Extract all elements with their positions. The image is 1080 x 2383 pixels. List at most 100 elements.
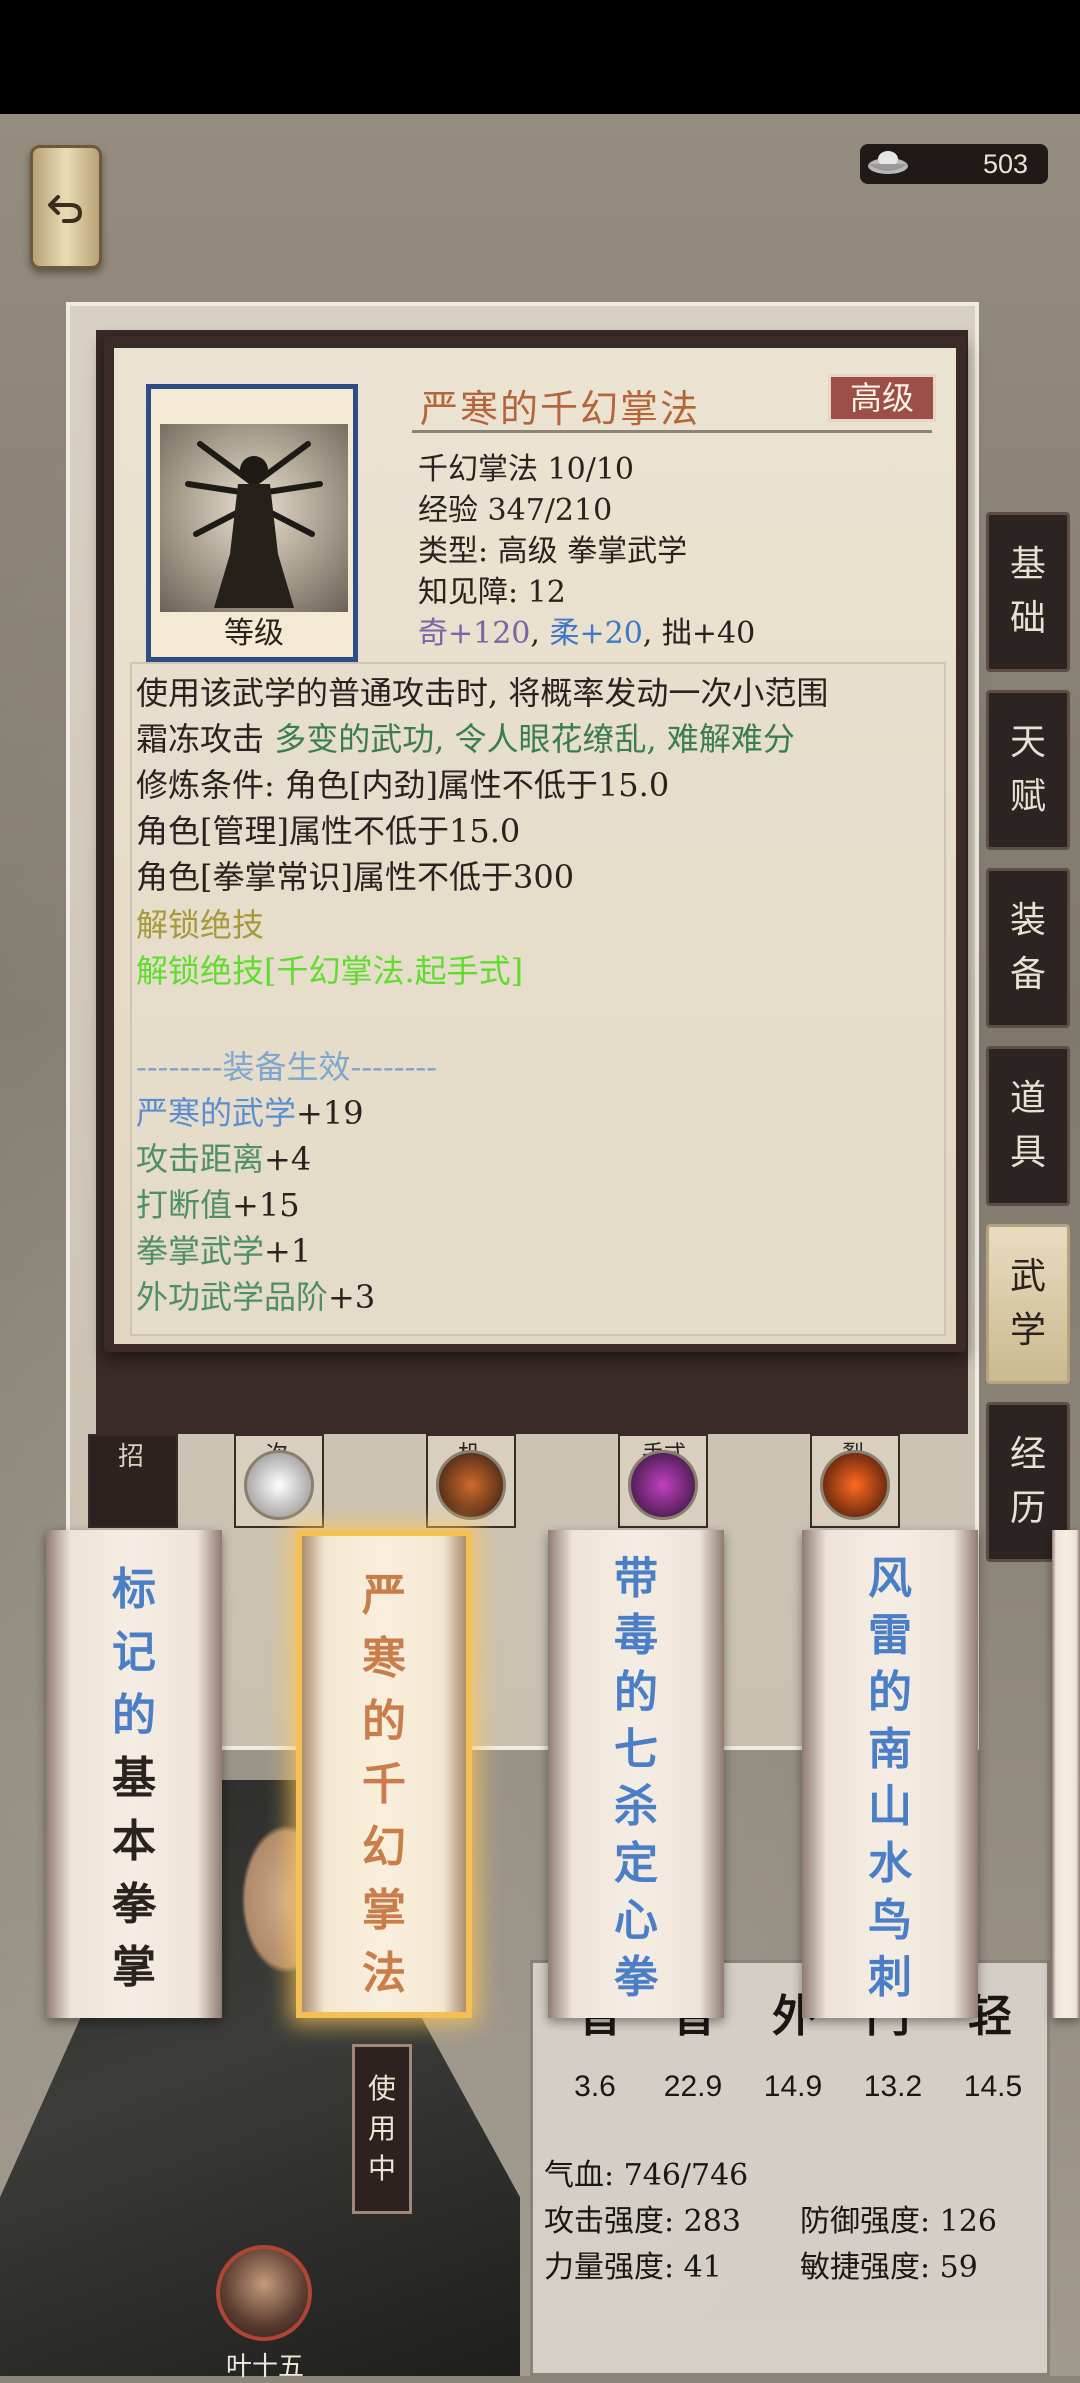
scroll-char: 杀: [614, 1781, 658, 1832]
scroll-char: 山: [868, 1781, 912, 1832]
stat-value: 14.5: [963, 2070, 1023, 2103]
skill-scroll-wind-thunder-stab[interactable]: 风 雷 的 南 山 水 鸟 刺: [802, 1530, 978, 2018]
effect-line: 严寒的武学+19: [136, 1088, 364, 1134]
skill-scroll-basic-fist[interactable]: 标 记 的 基 本 拳 掌: [46, 1530, 222, 2018]
tab-basic[interactable]: 基 础: [986, 512, 1070, 672]
stat-value: 14.9: [763, 2070, 823, 2103]
tab-martial-arts[interactable]: 武 学: [986, 1224, 1070, 1384]
attr-qi: 奇+120: [418, 616, 531, 651]
skill-description-panel[interactable]: 使用该武学的普通攻击时, 将概率发动一次小范围 霜冻攻击 多变的武功, 令人眼花…: [130, 662, 946, 1336]
multi-armed-figure-icon: [185, 441, 323, 608]
skill-scroll-poison-fist[interactable]: 带 毒 的 七 杀 定 心 拳: [548, 1530, 724, 2018]
scroll-char: 带: [614, 1553, 658, 1604]
effect-name: 打断值: [136, 1186, 233, 1224]
tab-label: 装: [1009, 900, 1046, 941]
skill-title: 严寒的千幻掌法: [420, 387, 701, 431]
strength-stat: 力量强度: 41: [544, 2250, 722, 2285]
effect-line: 打断值+15: [136, 1180, 300, 1226]
defense-stat: 防御强度: 126: [800, 2204, 997, 2239]
requirement-line: 修炼条件: 角色[内劲]属性不低于15.0: [136, 766, 670, 804]
tab-label: 历: [1009, 1488, 1046, 1529]
skill-icon: [628, 1450, 698, 1520]
strip-slot[interactable]: 次: [234, 1434, 324, 1528]
effect-name: 拳掌武学: [136, 1232, 265, 1270]
tab-label: 道: [1009, 1078, 1046, 1119]
scroll-char: 水: [868, 1838, 912, 1889]
unlock-skill: 解锁绝技[千幻掌法.起手式]: [136, 952, 524, 990]
scroll-char: 的: [868, 1667, 912, 1718]
currency-display: 503: [860, 144, 1048, 184]
skill-experience: 经验 347/210: [418, 493, 613, 528]
effect-value: +15: [232, 1186, 300, 1224]
tab-label: 备: [1009, 954, 1046, 995]
status-bar: [0, 0, 1080, 114]
desc-line: 使用该武学的普通攻击时, 将概率发动一次小范围: [136, 674, 829, 712]
scroll-char: 千: [362, 1759, 406, 1810]
requirement-line: 角色[拳掌常识]属性不低于300: [136, 858, 575, 896]
tab-label: 天: [1009, 722, 1046, 763]
skill-icon: [436, 1450, 506, 1520]
scroll-char: 基: [112, 1753, 156, 1804]
desc-text: 霜冻攻击: [136, 720, 265, 758]
effect-line: 拳掌武学+1: [136, 1226, 311, 1272]
in-use-tag: 使 用 中: [352, 2044, 412, 2214]
skill-portrait-image: [160, 424, 348, 612]
effect-value: +4: [264, 1140, 312, 1178]
tab-talent[interactable]: 天 赋: [986, 690, 1070, 850]
skill-icon: [244, 1450, 314, 1520]
tab-label: 武: [1009, 1256, 1046, 1297]
grade-badge: 高级: [828, 374, 936, 422]
effect-line: 攻击距离+4: [136, 1134, 311, 1180]
skill-attributes: 奇+120, 柔+20, 拙+40: [418, 616, 756, 651]
scroll-char: 刺: [868, 1952, 912, 2003]
strip-slot[interactable]: 招: [88, 1434, 178, 1528]
effect-name: 攻击距离: [136, 1140, 265, 1178]
title-divider: [412, 430, 932, 433]
flavor-text: 多变的武功, 令人眼花缭乱, 难解难分: [274, 720, 795, 758]
stat-value: 22.9: [663, 2070, 723, 2103]
strip-slot[interactable]: 手式: [618, 1434, 708, 1528]
attack-stat: 攻击强度: 283: [544, 2204, 741, 2239]
tab-label: 赋: [1009, 776, 1046, 817]
attr-rou: 柔+20: [549, 616, 643, 651]
back-button[interactable]: [30, 145, 102, 269]
scroll-char: 法: [362, 1948, 406, 1999]
character-avatar[interactable]: [216, 2245, 312, 2341]
effect-name: 外功武学品阶: [136, 1278, 329, 1316]
skill-level: 千幻掌法 10/10: [418, 452, 634, 487]
back-arrow-icon: [48, 195, 82, 223]
in-use-char: 使: [367, 2072, 396, 2105]
scroll-char: 风: [868, 1553, 912, 1604]
scroll-char: 毒: [614, 1610, 658, 1661]
tab-items[interactable]: 道 具: [986, 1046, 1070, 1206]
effect-value: +1: [264, 1232, 312, 1270]
strip-slot[interactable]: 机: [426, 1434, 516, 1528]
scroll-char: 定: [614, 1838, 658, 1889]
skill-scroll-partial[interactable]: [1052, 1530, 1080, 2018]
skill-scroll-frost-palm[interactable]: 严 寒 的 千 幻 掌 法: [296, 1530, 472, 2018]
scroll-char: 鸟: [868, 1895, 912, 1946]
tab-label: 具: [1009, 1132, 1046, 1173]
scroll-char: 南: [868, 1724, 912, 1775]
scroll-char: 的: [614, 1667, 658, 1718]
strip-label: 招: [118, 1442, 145, 1472]
skill-insight: 知见障: 12: [418, 575, 566, 610]
requirement-line: 角色[管理]属性不低于15.0: [136, 812, 521, 850]
scroll-char: 标: [112, 1564, 156, 1615]
scroll-char: 本: [112, 1816, 156, 1867]
in-use-char: 中: [367, 2152, 396, 2185]
equip-effect-header: --------装备生效--------: [136, 1048, 438, 1086]
strip-slot[interactable]: 裂: [810, 1434, 900, 1528]
scroll-char: 心: [614, 1895, 658, 1946]
tab-equipment[interactable]: 装 备: [986, 868, 1070, 1028]
scroll-char: 拳: [112, 1879, 156, 1930]
tab-label: 学: [1009, 1310, 1046, 1351]
scroll-char: 的: [362, 1696, 406, 1747]
scroll-char: 拳: [614, 1952, 658, 2003]
tab-label: 经: [1009, 1434, 1046, 1475]
character-name: 叶十五: [225, 2352, 304, 2382]
desc-line: 霜冻攻击 多变的武功, 令人眼花缭乱, 难解难分: [136, 714, 795, 760]
silver-ingot-icon: [868, 151, 908, 174]
effect-name: 严寒的武学: [136, 1094, 297, 1132]
effect-value: +19: [296, 1094, 364, 1132]
